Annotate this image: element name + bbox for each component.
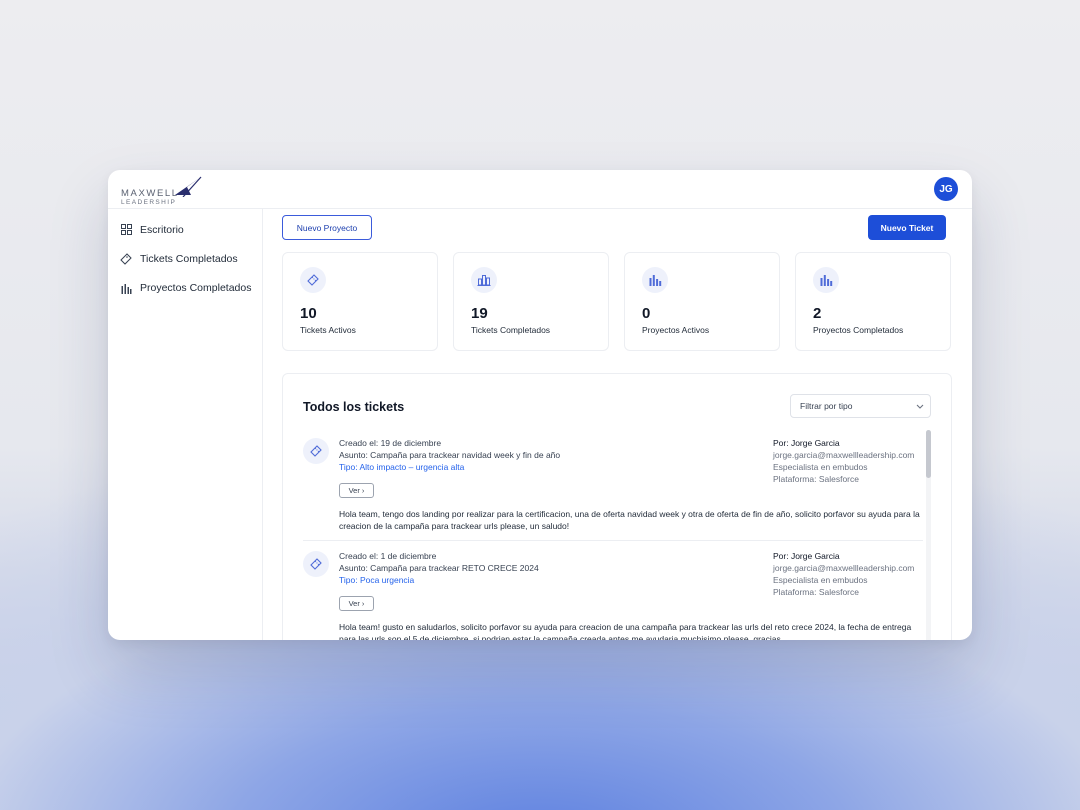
ticket-author: Por: Jorge Garcia [773,438,840,448]
stat-card-tickets-activos[interactable]: 10 Tickets Activos [282,252,438,351]
sidebar-item-escritorio[interactable]: Escritorio [108,215,262,244]
sidebar-item-tickets-completados[interactable]: Tickets Completados [108,244,262,273]
stats-cards: 10 Tickets Activos 19 Tickets Completado… [282,252,952,352]
ticket-author: Por: Jorge Garcia [773,551,840,561]
stat-card-proyectos-completados[interactable]: 2 Proyectos Completados [795,252,951,351]
filter-select[interactable]: Filtrar por tipo [790,394,931,418]
stat-value: 19 [471,305,488,322]
top-bar: MAXWELL LEADERSHIP JG [108,170,972,209]
ticket-type: Tipo: Poca urgencia [339,575,415,585]
logo-line2: LEADERSHIP [121,199,177,206]
sidebar-item-proyectos-completados[interactable]: Proyectos Completados [108,273,262,302]
bar-chart-icon [642,267,668,293]
sidebar-item-label: Proyectos Completados [140,281,252,294]
stat-value: 2 [813,305,822,322]
sidebar-item-label: Escritorio [140,223,184,236]
stat-value: 0 [642,305,651,322]
main-content: Nuevo Proyecto Nuevo Ticket 10 Tickets A… [264,209,972,640]
ticket-email: jorge.garcia@maxwellleadership.com [773,563,915,573]
grid-icon [120,224,132,236]
chevron-down-icon [916,404,924,409]
ticket-role: Especialista en embudos [773,462,868,472]
new-ticket-button[interactable]: Nuevo Ticket [868,215,946,240]
filter-placeholder: Filtrar por tipo [800,401,853,411]
building-chart-icon [471,267,497,293]
view-ticket-button[interactable]: Ver › [339,596,374,611]
ticket-icon [303,438,329,464]
ticket-created: Creado el: 19 de diciembre [339,438,442,448]
ticket-email: jorge.garcia@maxwellleadership.com [773,450,915,460]
ticket-type: Tipo: Alto impacto – urgencia alta [339,462,465,472]
stat-value: 10 [300,305,317,322]
divider [303,540,923,541]
stat-label: Tickets Activos [300,325,356,335]
bar-chart-icon [120,282,132,294]
stat-label: Proyectos Activos [642,325,710,335]
ticket-subject: Asunto: Campaña para trackear navidad we… [339,450,561,460]
bar-chart-icon [813,267,839,293]
panel-title: Todos los tickets [303,400,405,414]
stat-label: Tickets Completados [471,325,551,335]
ticket-created: Creado el: 1 de diciembre [339,551,437,561]
stat-card-tickets-completados[interactable]: 19 Tickets Completados [453,252,609,351]
logo-arrow-icon [175,176,202,197]
logo-line1: MAXWELL [121,188,179,199]
sidebar-item-label: Tickets Completados [140,252,238,265]
ticket-message: Hola team, tengo dos landing por realiza… [339,509,920,531]
new-project-button[interactable]: Nuevo Proyecto [282,215,372,240]
ticket-message: Hola team! gusto en saludarlos, solicito… [339,622,912,640]
ticket-subject: Asunto: Campaña para trackear RETO CRECE… [339,563,539,573]
user-avatar[interactable]: JG [934,177,958,201]
ticket-platform: Plataforma: Salesforce [773,587,859,597]
ticket-platform: Plataforma: Salesforce [773,474,859,484]
ticket-icon [303,551,329,577]
ticket-icon [300,267,326,293]
maxwell-logo[interactable]: MAXWELL LEADERSHIP [121,175,211,206]
tickets-panel: Todos los tickets Filtrar por tipo Cread… [282,373,952,640]
scrollbar-thumb[interactable] [926,430,931,478]
app-window: MAXWELL LEADERSHIP JG Escritorio Tickets… [108,170,972,640]
ticket-role: Especialista en embudos [773,575,868,585]
stat-card-proyectos-activos[interactable]: 0 Proyectos Activos [624,252,780,351]
stat-label: Proyectos Completados [813,325,904,335]
ticket-icon [120,252,132,265]
view-ticket-button[interactable]: Ver › [339,483,374,498]
sidebar: Escritorio Tickets Completados Proyectos… [108,209,263,640]
